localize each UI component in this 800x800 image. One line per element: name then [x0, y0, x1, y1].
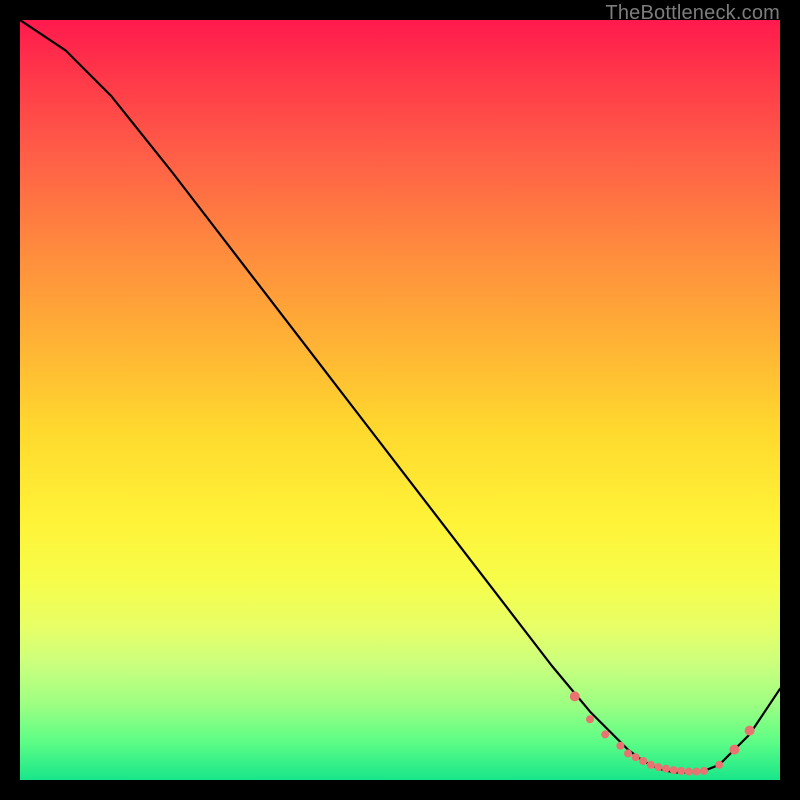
marker-dot — [632, 753, 640, 761]
marker-dot — [662, 765, 670, 773]
marker-dot — [670, 766, 678, 774]
marker-dot — [639, 757, 647, 765]
plot-area — [20, 20, 780, 780]
marker-dot — [745, 726, 755, 736]
marker-dot — [700, 767, 708, 775]
marker-dot — [685, 768, 693, 776]
highlight-markers — [570, 691, 755, 775]
marker-dot — [654, 763, 662, 771]
marker-dot — [624, 749, 632, 757]
marker-dot — [729, 745, 739, 755]
marker-dot — [616, 742, 624, 750]
marker-dot — [647, 761, 655, 769]
marker-dot — [715, 761, 723, 769]
curve-line — [20, 20, 780, 772]
marker-dot — [692, 768, 700, 776]
series-svg — [20, 20, 780, 780]
marker-dot — [601, 730, 609, 738]
marker-dot — [677, 767, 685, 775]
chart-container: TheBottleneck.com — [0, 0, 800, 800]
marker-dot — [570, 691, 580, 701]
marker-dot — [586, 715, 594, 723]
